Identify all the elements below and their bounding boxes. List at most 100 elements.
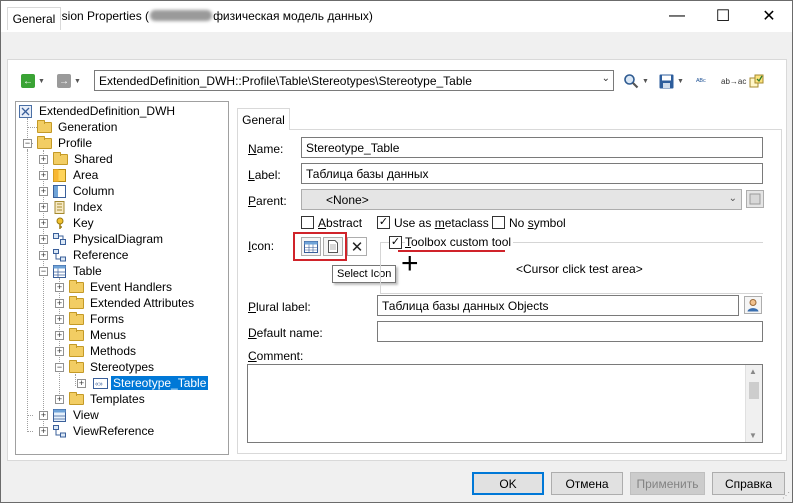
label-input[interactable]: Таблица базы данных [301,163,763,184]
back-arrow-icon: ← [21,74,35,88]
comment-scrollbar[interactable]: ▲ ▼ [745,365,762,442]
help-button[interactable]: Справка [712,472,785,495]
tree-item-extended-attributes[interactable]: Extended Attributes [69,295,196,311]
cursor-test-area[interactable]: <Cursor click test area> [516,262,643,276]
check-model-button[interactable] [749,72,765,90]
title-bar: Extension Properties (физическая модель … [1,1,792,32]
extension-properties-window: Extension Properties (физическая модель … [0,0,793,503]
clear-icon-button[interactable]: ✕ [347,237,367,256]
metaclass-label: Use as metaclass [394,216,489,230]
back-button[interactable]: ← ▼ [21,72,45,90]
folder-icon [37,119,52,133]
expand-toggle[interactable]: + [55,347,64,356]
replace-button[interactable]: ab→ac [721,72,746,90]
collapse-toggle[interactable]: − [39,267,48,276]
expand-toggle[interactable]: + [39,219,48,228]
tree-item-templates[interactable]: Templates [69,391,147,407]
default-name-input[interactable] [377,321,763,342]
plural-label-user-button[interactable] [744,296,762,314]
minimize-button[interactable]: — [654,1,700,31]
tree-item-forms[interactable]: Forms [69,311,126,327]
tree-item-stereotype-table[interactable]: «» Stereotype_Table [93,375,209,391]
expand-toggle[interactable]: + [39,187,48,196]
expand-toggle[interactable]: + [55,299,64,308]
tree-item-methods[interactable]: Methods [69,343,138,359]
tree-item-reference[interactable]: Reference [53,247,130,263]
parent-properties-button[interactable] [746,190,764,208]
maximize-button[interactable]: ☐ [700,1,746,31]
object-path-combo[interactable]: ExtendedDefinition_DWH::Profile\Table\St… [94,70,614,91]
tree-item-index[interactable]: Index [53,199,104,215]
tree-item-view[interactable]: View [53,407,101,423]
select-icon-button[interactable] [323,237,343,256]
collapse-toggle[interactable]: − [55,363,64,372]
tree-item-stereotypes[interactable]: Stereotypes [69,359,156,375]
expand-toggle[interactable]: + [55,315,64,324]
no-symbol-label: No symbol [509,216,566,230]
tree-item-view-reference[interactable]: ViewReference [53,423,156,439]
label-label: Label: [248,168,281,182]
scroll-down-icon[interactable]: ▼ [749,431,757,440]
collapse-toggle[interactable]: − [23,139,32,148]
scroll-up-icon[interactable]: ▲ [749,367,757,376]
tree-item-physical-diagram[interactable]: PhysicalDiagram [53,231,165,247]
chevron-down-icon: ⌄ [601,73,610,84]
save-button[interactable]: ▼ [659,72,684,90]
folder-open-icon [37,135,52,149]
folder-open-icon [69,359,84,373]
expand-toggle[interactable]: + [39,411,48,420]
expand-toggle[interactable]: + [39,171,48,180]
expand-toggle[interactable]: + [39,203,48,212]
folder-icon [69,327,84,341]
expand-toggle[interactable]: + [39,155,48,164]
expand-toggle[interactable]: + [39,427,48,436]
spell-check-icon: ᴬᴮᶜ [696,76,706,86]
expand-toggle[interactable]: + [39,235,48,244]
tree-item-root[interactable]: ExtendedDefinition_DWH [19,103,177,119]
icon-label: Icon: [248,239,275,253]
no-symbol-checkbox[interactable] [492,216,505,229]
folder-icon [69,279,84,293]
name-input[interactable]: Stereotype_Table [301,137,763,158]
plural-label-label: Plural label: [248,300,311,314]
spell-check-button[interactable]: ᴬᴮᶜ [696,72,706,90]
tree-item-column[interactable]: Column [53,183,116,199]
redacted-model-name [150,10,213,21]
cursor-preview-icon[interactable]: + [401,249,419,279]
tree-item-key[interactable]: Key [53,215,96,231]
resize-grip[interactable]: ⋰ [782,491,790,500]
expand-toggle[interactable]: + [55,283,64,292]
comment-textarea[interactable]: ▲ ▼ [247,364,763,443]
expand-toggle[interactable]: + [55,331,64,340]
scroll-thumb[interactable] [749,382,759,399]
view-reference-icon [53,424,67,438]
table-icon [53,264,67,278]
tree-item-area[interactable]: Area [53,167,100,183]
abstract-checkbox[interactable] [301,216,314,229]
apply-button[interactable]: Применить [630,472,705,495]
find-button[interactable]: ▼ [623,72,649,90]
parent-label: Parent: [248,194,287,208]
metaclass-checkbox[interactable]: ✓ [377,216,390,229]
tree-item-table[interactable]: Table [53,263,104,279]
expand-toggle[interactable]: + [77,379,86,388]
select-icon-tooltip: Select Icon [332,265,397,283]
find-icon [624,74,639,89]
close-button[interactable]: ✕ [746,1,792,31]
plural-label-input[interactable]: Таблица базы данных Objects [377,295,739,316]
parent-select[interactable]: <None> ⌄ [301,189,742,210]
tree-item-profile[interactable]: Profile [37,135,94,151]
ok-button[interactable]: OK [472,472,544,495]
expand-toggle[interactable]: + [55,395,64,404]
cancel-button[interactable]: Отмена [551,472,623,495]
check-model-icon [749,74,764,88]
expand-toggle[interactable]: + [39,251,48,260]
stereotype-icon-preview[interactable] [301,237,321,256]
tab-general[interactable]: General [7,7,61,30]
tree-item-event-handlers[interactable]: Event Handlers [69,279,174,295]
tree-item-menus[interactable]: Menus [69,327,128,343]
forward-button[interactable]: → ▼ [57,72,81,90]
tree-item-generation[interactable]: Generation [37,119,119,135]
tree-item-shared[interactable]: Shared [53,151,115,167]
tab-general-inner[interactable]: General [237,108,290,130]
